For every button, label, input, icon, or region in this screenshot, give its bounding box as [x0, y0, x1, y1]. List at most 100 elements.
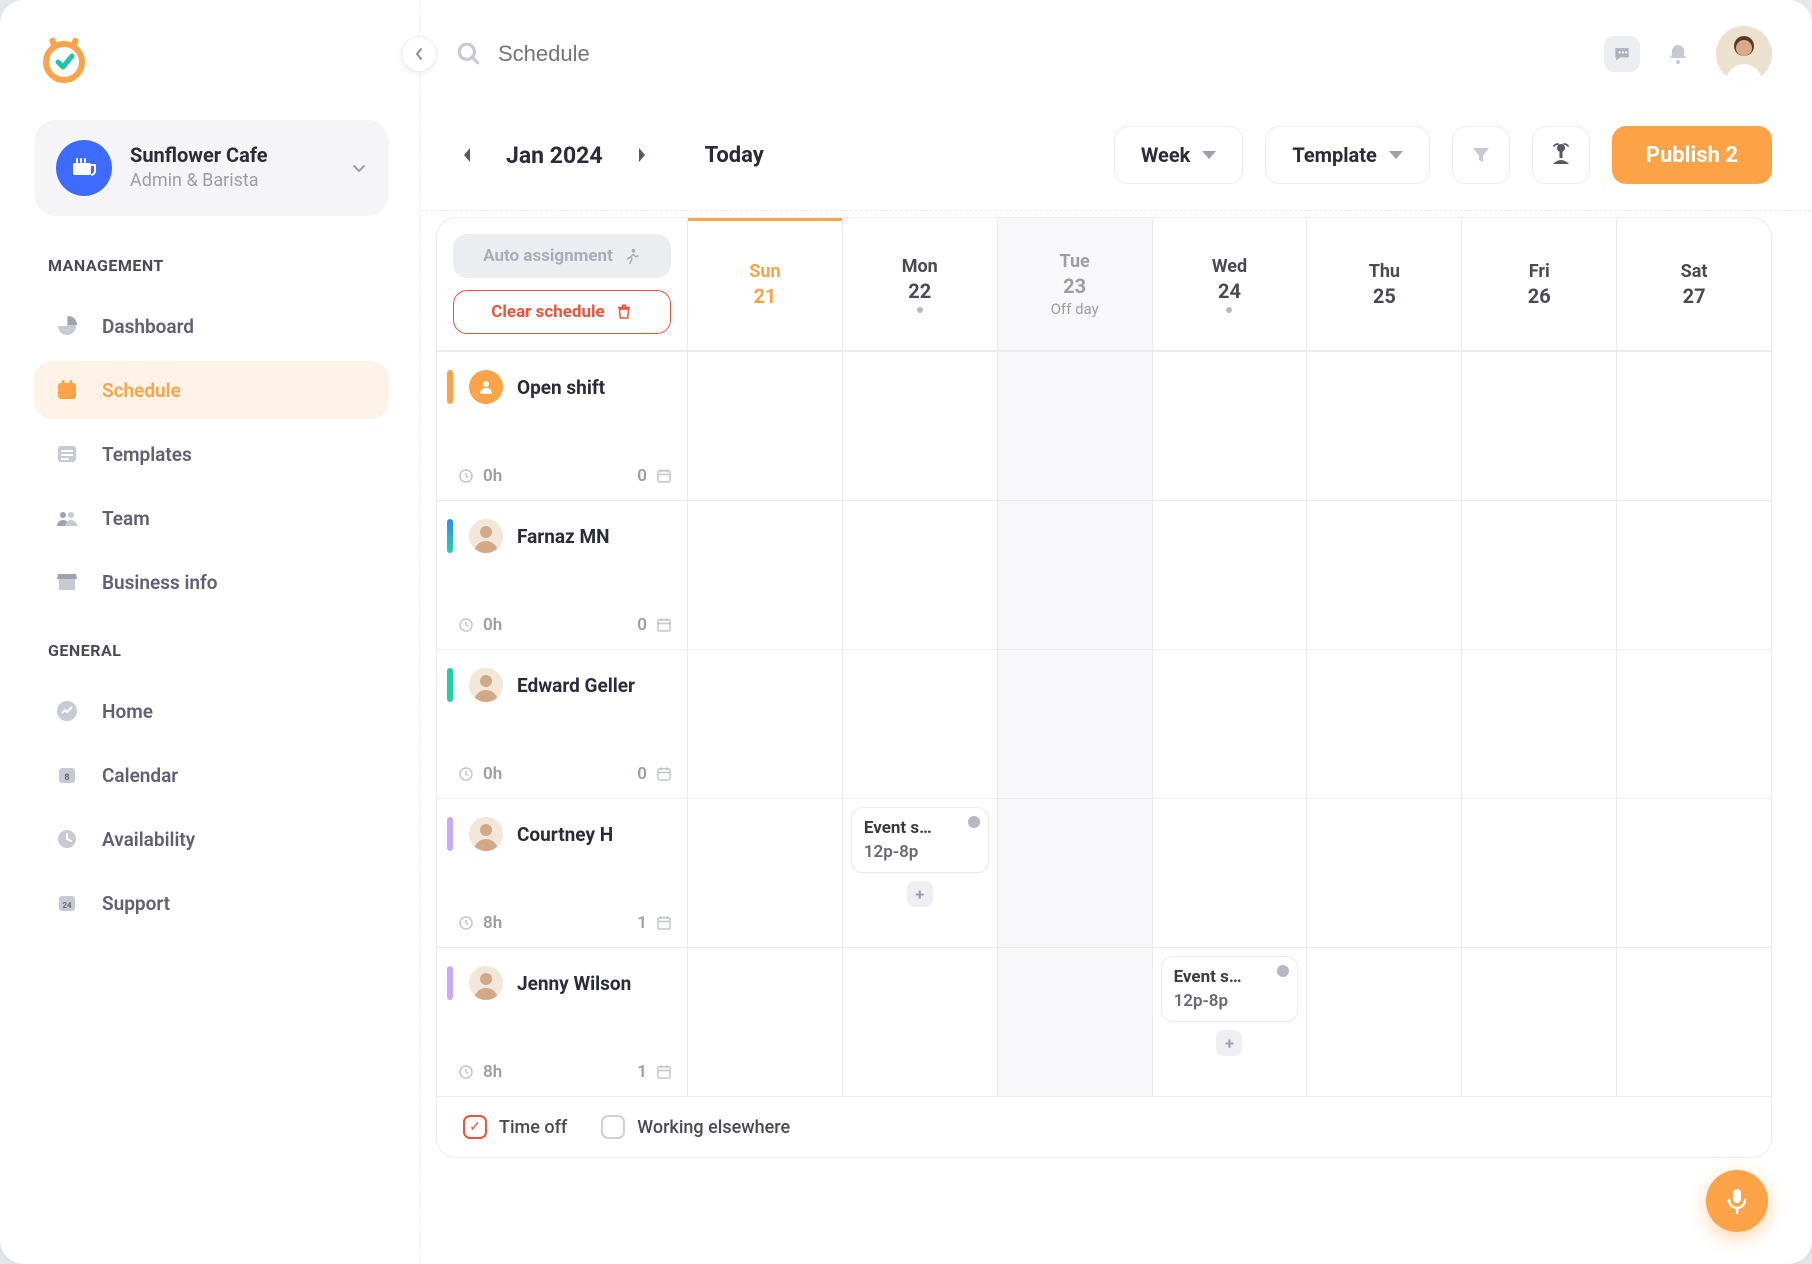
schedule-cell[interactable]: [1152, 650, 1307, 798]
schedule-cell[interactable]: [997, 352, 1152, 500]
template-select[interactable]: Template: [1265, 126, 1429, 184]
schedule-cell[interactable]: [1461, 650, 1616, 798]
schedule-cell[interactable]: [997, 948, 1152, 1096]
day-header[interactable]: Sat27: [1616, 218, 1771, 350]
schedule-cell[interactable]: [1306, 799, 1461, 947]
today-button[interactable]: Today: [705, 143, 764, 168]
schedule-cell[interactable]: [842, 352, 997, 500]
sidebar-item-support[interactable]: 24 Support: [34, 874, 389, 932]
person-cell[interactable]: Farnaz MN 0h 0: [437, 501, 687, 649]
sidebar-item-calendar[interactable]: 8 Calendar: [34, 746, 389, 804]
schedule-cell[interactable]: [1461, 501, 1616, 649]
next-month-button[interactable]: [631, 144, 653, 166]
schedule-cell[interactable]: [997, 501, 1152, 649]
day-header[interactable]: Tue23Off day: [997, 218, 1152, 350]
tools-button[interactable]: [1532, 126, 1590, 184]
schedule-cell[interactable]: [687, 948, 842, 1096]
calendar-icon: [655, 467, 673, 485]
add-shift-button[interactable]: +: [1216, 1030, 1242, 1056]
calendar-icon: [655, 616, 673, 634]
schedule-cell[interactable]: [842, 501, 997, 649]
calendar-icon: [655, 765, 673, 783]
view-select[interactable]: Week: [1114, 126, 1243, 184]
person-cell[interactable]: Courtney H 8h 1: [437, 799, 687, 947]
hours-total: 8h: [457, 913, 502, 933]
schedule-row: Courtney H 8h 1 Event s… 12p-8p +: [437, 798, 1771, 947]
schedule-cell[interactable]: [1616, 948, 1771, 1096]
schedule-cell[interactable]: [1616, 501, 1771, 649]
view-label: Week: [1141, 143, 1190, 167]
day-header[interactable]: Mon22: [842, 218, 997, 350]
avatar: [469, 519, 503, 553]
notifications-button[interactable]: [1660, 36, 1696, 72]
shift-time: 12p-8p: [864, 842, 976, 862]
shift-card[interactable]: Event s… 12p-8p: [1161, 956, 1299, 1022]
avatar: [469, 668, 503, 702]
day-header[interactable]: Sun21: [687, 218, 842, 350]
nav-label: Schedule: [102, 379, 181, 402]
schedule-cell[interactable]: [1616, 799, 1771, 947]
schedule-cell[interactable]: [842, 650, 997, 798]
shift-card[interactable]: Event s… 12p-8p: [851, 807, 989, 873]
filter-button[interactable]: [1452, 126, 1510, 184]
trash-icon: [615, 303, 633, 321]
person-cell[interactable]: Edward Geller 0h 0: [437, 650, 687, 798]
schedule-cell[interactable]: [1152, 501, 1307, 649]
schedule-cell[interactable]: [997, 650, 1152, 798]
month-label: Jan 2024: [506, 142, 603, 169]
clock-icon: [457, 467, 475, 485]
prev-month-button[interactable]: [456, 144, 478, 166]
schedule-cell[interactable]: [1306, 352, 1461, 500]
schedule-cell[interactable]: [1461, 948, 1616, 1096]
add-shift-button[interactable]: +: [907, 881, 933, 907]
day-header[interactable]: Wed24: [1152, 218, 1307, 350]
schedule-cell[interactable]: [687, 799, 842, 947]
sidebar-item-dashboard[interactable]: Dashboard: [34, 297, 389, 355]
clear-schedule-button[interactable]: Clear schedule: [453, 290, 671, 334]
schedule-cell[interactable]: Event s… 12p-8p +: [842, 799, 997, 947]
sidebar-item-team[interactable]: Team: [34, 489, 389, 547]
schedule-cell[interactable]: [1461, 352, 1616, 500]
schedule-cell[interactable]: [1306, 650, 1461, 798]
schedule-cell[interactable]: [1152, 799, 1307, 947]
chat-button[interactable]: [1604, 36, 1640, 72]
sidebar-item-availability[interactable]: Availability: [34, 810, 389, 868]
day-header[interactable]: Thu25: [1306, 218, 1461, 350]
schedule-cell[interactable]: [1616, 650, 1771, 798]
nav-label: Calendar: [102, 764, 178, 787]
profile-avatar[interactable]: [1716, 26, 1772, 82]
sidebar-item-home[interactable]: Home: [34, 682, 389, 740]
run-icon: [623, 247, 641, 265]
publish-button[interactable]: Publish 2: [1612, 126, 1772, 184]
schedule-cell[interactable]: [1461, 799, 1616, 947]
nav-label: Support: [102, 892, 170, 915]
schedule-cell[interactable]: [687, 501, 842, 649]
schedule-cell[interactable]: [687, 352, 842, 500]
day-header[interactable]: Fri26: [1461, 218, 1616, 350]
search-input[interactable]: [496, 40, 1584, 68]
sidebar-collapse-button[interactable]: [401, 36, 437, 72]
sidebar-item-business[interactable]: Business info: [34, 553, 389, 611]
person-cell[interactable]: Open shift 0h 0: [437, 352, 687, 500]
legend-elsewhere: Working elsewhere: [601, 1115, 790, 1139]
schedule-cell[interactable]: [687, 650, 842, 798]
schedule-cell[interactable]: [842, 948, 997, 1096]
chevron-down-icon: [1202, 151, 1216, 159]
schedule-cell[interactable]: [1306, 948, 1461, 1096]
sidebar-item-templates[interactable]: Templates: [34, 425, 389, 483]
workspace-switcher[interactable]: Sunflower Cafe Admin & Barista: [34, 120, 389, 216]
schedule-cell[interactable]: [1152, 352, 1307, 500]
schedule-cell[interactable]: Event s… 12p-8p +: [1152, 948, 1307, 1096]
schedule-cell[interactable]: [1306, 501, 1461, 649]
shift-count: 1: [637, 913, 673, 933]
shift-title: Event s…: [1174, 967, 1286, 987]
color-indicator: [447, 817, 453, 851]
schedule-cell[interactable]: [997, 799, 1152, 947]
svg-text:8: 8: [64, 773, 69, 783]
sidebar-item-schedule[interactable]: Schedule: [34, 361, 389, 419]
voice-fab-button[interactable]: [1706, 1170, 1768, 1232]
schedule-cell[interactable]: [1616, 352, 1771, 500]
person-cell[interactable]: Jenny Wilson 8h 1: [437, 948, 687, 1096]
chevron-down-icon: [351, 160, 367, 176]
auto-assignment-button[interactable]: Auto assignment: [453, 234, 671, 278]
